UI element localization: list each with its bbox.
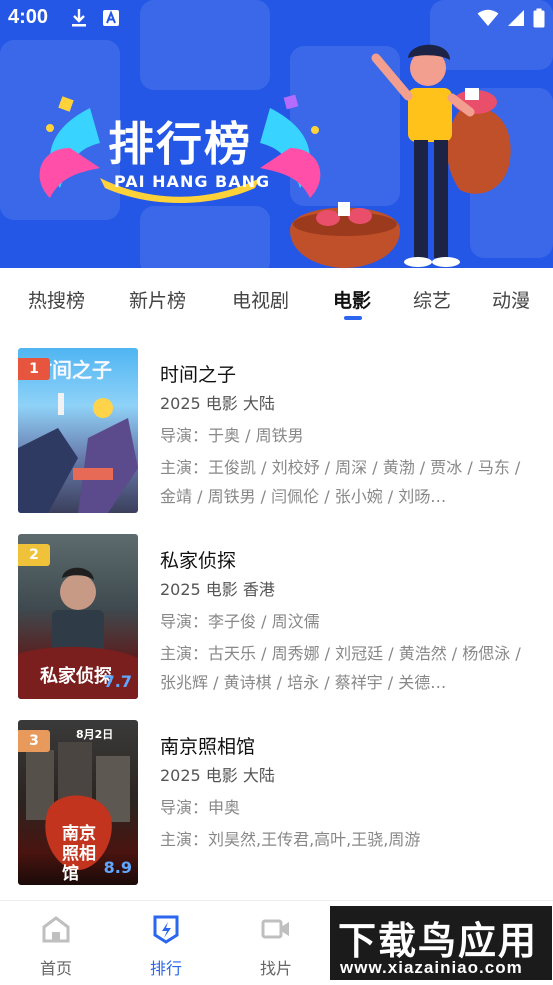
tab-variety[interactable]: 综艺 <box>413 286 451 313</box>
watermark-title: 下载鸟应用 <box>338 919 539 963</box>
list-item[interactable]: 时间之子 1 时间之子 2025 电影 大陆 导演：于奥 / 周铁男 主演：王俊… <box>0 332 553 518</box>
movie-cast: 主演：古天乐 / 周秀娜 / 刘冠廷 / 黄浩然 / 杨偲泳 / 张兆辉 / 黄… <box>160 644 521 692</box>
tab-tv-series[interactable]: 电视剧 <box>232 286 289 313</box>
active-tab-indicator <box>344 316 362 320</box>
rank-badge: 2 <box>18 544 50 566</box>
movie-meta: 2025 电影 大陆 <box>160 766 275 785</box>
background-card <box>140 206 270 268</box>
signal-icon <box>508 10 524 26</box>
banner-character-art <box>290 44 511 268</box>
nav-find-movies[interactable]: 找片 <box>236 901 316 985</box>
nav-find-movies-label: 找片 <box>259 959 292 978</box>
poster-title: 南京照相馆 <box>62 824 96 884</box>
watermark-url: www.xiazainiao.com <box>340 958 523 977</box>
movie-poster[interactable]: 私家侦探 7.7 2 <box>18 534 138 699</box>
battery-icon <box>533 8 545 28</box>
movie-director: 导演：李子俊 / 周汶儒 <box>160 612 320 631</box>
movie-cast: 主演：王俊凯 / 刘校妤 / 周深 / 黄渤 / 贾冰 / 马东 / 金靖 / … <box>160 458 521 506</box>
movie-poster[interactable]: 8月2日 南京照相馆 8.9 3 <box>18 720 138 885</box>
nav-ranking[interactable]: 排行 <box>126 901 206 985</box>
movie-poster[interactable]: 时间之子 1 <box>18 348 138 513</box>
movie-title: 南京照相馆 <box>160 736 256 758</box>
movie-director: 导演：申奥 <box>160 798 241 817</box>
home-icon <box>42 916 70 943</box>
movie-title: 时间之子 <box>160 364 237 386</box>
nav-ranking-label: 排行 <box>149 959 182 978</box>
poster-date: 8月2日 <box>76 728 114 741</box>
category-tabs: 热搜榜 新片榜 电视剧 电影 综艺 动漫 <box>0 268 553 332</box>
ranking-icon <box>153 915 179 944</box>
status-bar: 4:00 <box>0 0 553 40</box>
tab-movies[interactable]: 电影 <box>333 286 371 313</box>
poster-score: 7.7 <box>103 672 132 691</box>
tab-new-releases[interactable]: 新片榜 <box>129 286 186 313</box>
movie-meta: 2025 电影 香港 <box>160 580 275 599</box>
list-item[interactable]: 8月2日 南京照相馆 8.9 3 南京照相馆 2025 电影 大陆 导演：申奥 … <box>0 704 553 890</box>
font-app-icon <box>103 10 119 26</box>
poster-title: 私家侦探 <box>40 666 112 687</box>
rank-badge: 1 <box>18 358 50 380</box>
rank-badge: 3 <box>18 730 50 752</box>
tab-hot-search[interactable]: 热搜榜 <box>28 286 85 313</box>
tab-anime[interactable]: 动漫 <box>492 286 530 313</box>
status-time: 4:00 <box>8 6 49 28</box>
wifi-icon <box>477 9 499 26</box>
header-banner: 4:00 排行榜 PAI HANG BANG <box>0 0 553 268</box>
list-item[interactable]: 私家侦探 7.7 2 私家侦探 2025 电影 香港 导演：李子俊 / 周汶儒 … <box>0 518 553 704</box>
movie-title: 私家侦探 <box>160 550 237 572</box>
video-icon <box>261 919 289 939</box>
nav-home[interactable]: 首页 <box>16 901 96 985</box>
banner-subtitle: PAI HANG BANG <box>114 172 271 191</box>
watermark: 下载鸟应用 www.xiazainiao.com <box>330 906 552 980</box>
movie-meta: 2025 电影 大陆 <box>160 394 275 413</box>
banner-title: 排行榜 <box>108 117 252 171</box>
movie-cast: 主演：刘昊然,王传君,高叶,王骁,周游 <box>160 830 421 849</box>
poster-score: 8.9 <box>103 858 132 877</box>
movie-director: 导演：于奥 / 周铁男 <box>160 426 304 445</box>
nav-home-label: 首页 <box>39 959 72 978</box>
download-icon <box>72 9 86 27</box>
